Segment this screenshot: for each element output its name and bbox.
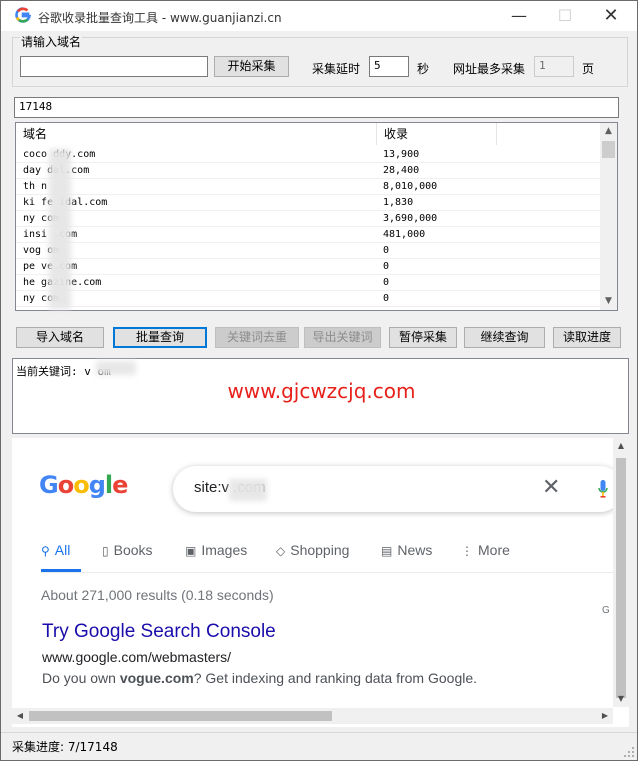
embedded-browser: Google site:v .com ✕ ⚲All ▯Books ▣Images… — [12, 438, 629, 727]
count-cell: 13,900 — [383, 149, 420, 160]
domain-table: 域名 收录 coco ddy.com13,900day dal.com28,40… — [15, 122, 618, 311]
more-dots-icon: ⋮ — [461, 544, 473, 558]
result-url[interactable]: www.google.com/webmasters/ — [42, 649, 231, 665]
table-row[interactable]: day dal.com28,400 — [16, 163, 602, 179]
title-bar: 谷歌收录批量查询工具 - www.guanjianzi.cn — ☐ ✕ — [1, 1, 637, 31]
domain-input[interactable] — [20, 56, 208, 77]
tab-shopping[interactable]: ◇ Shopping — [276, 541, 349, 572]
tab-all[interactable]: ⚲ All — [41, 541, 81, 572]
table-row[interactable]: ny com 0 — [16, 291, 602, 307]
progress-status: 采集进度: 7/17148 — [12, 740, 118, 754]
news-icon: ▤ — [381, 544, 393, 558]
start-collect-button[interactable]: 开始采集 — [214, 56, 289, 77]
scroll-down-arrow-icon[interactable]: ▼ — [613, 691, 629, 707]
tab-images[interactable]: ▣ Images — [185, 541, 247, 572]
search-icon: ⚲ — [41, 544, 50, 558]
batch-query-button[interactable]: 批量查询 — [113, 327, 207, 348]
scroll-up-arrow-icon[interactable]: ▲ — [613, 438, 629, 454]
max-pages-unit-label: 页 — [582, 62, 595, 76]
image-icon: ▣ — [185, 544, 197, 558]
app-window: 谷歌收录批量查询工具 - www.guanjianzi.cn — ☐ ✕ 请输入… — [0, 0, 638, 761]
count-cell: 28,400 — [383, 165, 420, 176]
search-tabs: ⚲ All ▯ Books ▣ Images ◇ Shopping ▤ News ⋮ Mor… — [41, 541, 629, 573]
status-bar: 采集进度: 7/17148 — [1, 732, 637, 760]
count-cell: 0 — [383, 293, 390, 304]
continue-query-button[interactable]: 继续查询 — [464, 327, 545, 348]
table-row[interactable]: he gazine.com 0 — [16, 275, 602, 291]
table-row[interactable]: ki fe idal.com 1,830 — [16, 195, 602, 211]
delay-label: 采集延时 — [312, 62, 361, 76]
scroll-thumb[interactable] — [616, 458, 626, 698]
export-keywords-button: 导出关键词 — [304, 327, 381, 348]
table-vertical-scrollbar[interactable]: ▲ ▼ — [600, 123, 617, 310]
import-domains-button[interactable]: 导入域名 — [16, 327, 104, 348]
delay-input[interactable]: 5 — [369, 56, 409, 77]
scroll-down-arrow-icon[interactable]: ▼ — [600, 293, 617, 310]
count-cell: 3,690,000 — [383, 213, 438, 224]
pause-collect-button[interactable]: 暂停采集 — [389, 327, 457, 348]
table-row[interactable]: insi .com481,000 — [16, 227, 602, 243]
table-row[interactable]: vog om 0 — [16, 243, 602, 259]
tag-icon: ◇ — [276, 544, 286, 558]
count-cell: 0 — [383, 277, 390, 288]
watermark-text: www.gjcwzcjq.com — [227, 379, 416, 403]
count-cell: 1,830 — [383, 197, 414, 208]
google-app-icon — [15, 7, 31, 23]
scroll-thumb[interactable] — [602, 141, 615, 158]
scroll-left-arrow-icon[interactable]: ◀ — [12, 708, 28, 724]
result-stats: About 271,000 results (0.18 seconds) — [41, 587, 274, 603]
privacy-blur — [49, 149, 71, 309]
count-cell: 481,000 — [383, 229, 426, 240]
scroll-right-arrow-icon[interactable]: ▶ — [597, 708, 613, 724]
minimize-icon[interactable]: — — [496, 1, 542, 31]
book-icon: ▯ — [102, 544, 109, 558]
scroll-up-arrow-icon[interactable]: ▲ — [600, 123, 617, 140]
browser-vertical-scrollbar[interactable]: ▲ ▼ — [613, 438, 629, 707]
window-title: 谷歌收录批量查询工具 - www.guanjianzi.cn — [38, 11, 282, 25]
domain-cell: th n — [23, 181, 48, 192]
result-title-link[interactable]: Try Google Search Console — [42, 621, 276, 643]
table-row[interactable]: coco ddy.com 13,900 — [16, 147, 602, 163]
domain-group-label: 请输入域名 — [20, 33, 83, 50]
tab-books[interactable]: ▯ Books — [102, 541, 153, 572]
clear-search-icon[interactable]: ✕ — [542, 475, 560, 500]
microphone-icon[interactable] — [598, 480, 608, 498]
column-header-count[interactable]: 收录 — [377, 123, 497, 145]
column-header-domain[interactable]: 域名 — [16, 123, 377, 145]
count-cell: 8,010,000 — [383, 181, 438, 192]
maximize-icon[interactable]: ☐ — [542, 1, 588, 31]
read-progress-button[interactable]: 读取进度 — [553, 327, 621, 348]
side-panel-letter: G — [602, 605, 610, 616]
scroll-thumb[interactable] — [29, 711, 332, 721]
count-cell: 0 — [383, 261, 390, 272]
resize-grip-icon[interactable] — [623, 746, 635, 758]
result-description: Do you own vogue.com? Get indexing and r… — [42, 670, 478, 686]
result-desc-domain: vogue.com — [119, 670, 194, 686]
table-rows: coco ddy.com13,900day dal.com28,400 th n 8… — [16, 147, 602, 307]
delay-unit-label: 秒 — [417, 62, 430, 76]
close-icon[interactable]: ✕ — [588, 1, 634, 31]
tab-news[interactable]: ▤ News — [381, 541, 432, 572]
browser-horizontal-scrollbar[interactable]: ◀ ▶ — [12, 708, 613, 724]
table-row[interactable]: ny com 3,690,000 — [16, 211, 602, 227]
privacy-blur — [229, 479, 267, 501]
table-row[interactable]: pe ve.com0 — [16, 259, 602, 275]
google-doodle-logo[interactable]: Google — [39, 471, 128, 499]
table-row[interactable]: th n 8,010,000 — [16, 179, 602, 195]
domain-count-field[interactable]: 17148 — [14, 97, 619, 118]
privacy-blur — [96, 361, 136, 375]
max-pages-input: 1 — [534, 56, 574, 77]
max-pages-label: 网址最多采集 — [453, 62, 526, 76]
column-header-empty — [497, 123, 602, 145]
dedupe-keywords-button: 关键词去重 — [215, 327, 299, 348]
tab-more[interactable]: ⋮ More — [461, 541, 510, 572]
count-cell: 0 — [383, 245, 390, 256]
